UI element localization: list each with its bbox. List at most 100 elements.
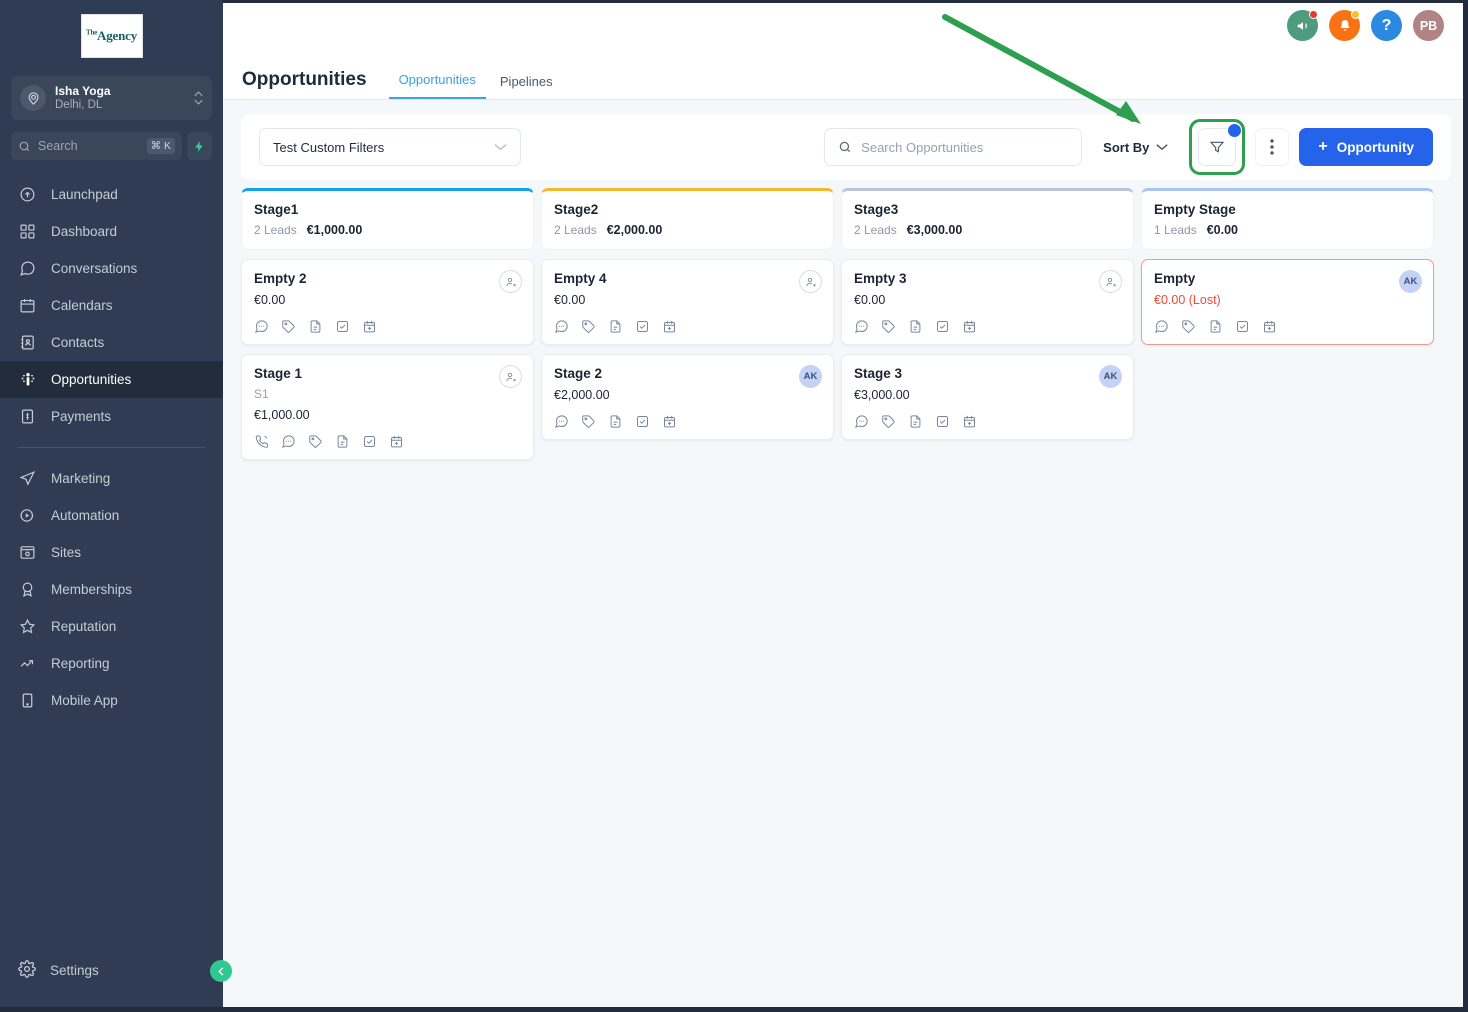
- chat-icon[interactable]: [854, 414, 869, 429]
- sidebar-item-mobile-app[interactable]: Mobile App: [0, 682, 223, 719]
- avatar[interactable]: PB: [1413, 10, 1444, 41]
- opportunity-card[interactable]: Empty 2€0.00: [241, 259, 534, 345]
- sidebar-item-marketing[interactable]: Marketing: [0, 460, 223, 497]
- dashboard-icon: [18, 222, 37, 241]
- task-icon[interactable]: [635, 319, 650, 334]
- sidebar-item-memberships[interactable]: Memberships: [0, 571, 223, 608]
- document-icon[interactable]: [908, 319, 923, 334]
- unassigned-badge[interactable]: [499, 270, 522, 293]
- more-options-button[interactable]: [1255, 128, 1289, 166]
- task-icon[interactable]: [362, 434, 377, 449]
- column-header[interactable]: Stage12 Leads€1,000.00: [241, 188, 534, 250]
- sidebar-item-reporting[interactable]: Reporting: [0, 645, 223, 682]
- sidebar-search-input[interactable]: Search ⌘ K: [11, 132, 182, 160]
- tag-icon[interactable]: [881, 414, 896, 429]
- announcement-icon[interactable]: [1287, 10, 1318, 41]
- tab-opportunities[interactable]: Opportunities: [389, 72, 486, 99]
- sidebar-search-placeholder: Search: [38, 139, 147, 153]
- tag-icon[interactable]: [281, 319, 296, 334]
- opportunity-card[interactable]: Stage 2€2,000.00AK: [541, 354, 834, 440]
- sidebar-item-automation[interactable]: Automation: [0, 497, 223, 534]
- document-icon[interactable]: [335, 434, 350, 449]
- help-icon[interactable]: ?: [1371, 10, 1402, 41]
- phone-icon[interactable]: [254, 434, 269, 449]
- sidebar-item-payments[interactable]: Payments: [0, 398, 223, 435]
- opportunity-card[interactable]: Empty€0.00 (Lost)AK: [1141, 259, 1434, 345]
- chat-icon[interactable]: [1154, 319, 1169, 334]
- opportunity-card[interactable]: Stage 3€3,000.00AK: [841, 354, 1134, 440]
- unassigned-badge[interactable]: [1099, 270, 1122, 293]
- unassigned-badge[interactable]: [799, 270, 822, 293]
- assignee-avatar[interactable]: AK: [799, 365, 822, 388]
- column-header[interactable]: Empty Stage1 Leads€0.00: [1141, 188, 1434, 250]
- assignee-avatar[interactable]: AK: [1099, 365, 1122, 388]
- sidebar-item-calendars[interactable]: Calendars: [0, 287, 223, 324]
- calendar-add-icon[interactable]: [962, 319, 977, 334]
- tag-icon[interactable]: [308, 434, 323, 449]
- document-icon[interactable]: [608, 414, 623, 429]
- sort-by-dropdown[interactable]: Sort By: [1092, 128, 1179, 166]
- task-icon[interactable]: [935, 414, 950, 429]
- sidebar-item-opportunities[interactable]: Opportunities: [0, 361, 223, 398]
- document-icon[interactable]: [908, 414, 923, 429]
- location-switcher[interactable]: Isha Yoga Delhi, DL: [11, 76, 212, 120]
- calendar-add-icon[interactable]: [1262, 319, 1277, 334]
- sidebar-item-label: Automation: [51, 508, 119, 523]
- rocket-icon: [18, 185, 37, 204]
- sidebar-item-dashboard[interactable]: Dashboard: [0, 213, 223, 250]
- chat-icon[interactable]: [254, 319, 269, 334]
- calendar-add-icon[interactable]: [389, 434, 404, 449]
- sidebar-item-launchpad[interactable]: Launchpad: [0, 176, 223, 213]
- column-header[interactable]: Stage22 Leads€2,000.00: [541, 188, 834, 250]
- custom-filters-select[interactable]: Test Custom Filters: [259, 128, 521, 166]
- sidebar-item-label: Memberships: [51, 582, 132, 597]
- opportunity-amount: €2,000.00: [554, 388, 821, 402]
- calendar-add-icon[interactable]: [362, 319, 377, 334]
- document-icon[interactable]: [608, 319, 623, 334]
- tag-icon[interactable]: [1181, 319, 1196, 334]
- search-shortcut-badge: ⌘ K: [147, 138, 175, 154]
- sidebar-item-label: Dashboard: [51, 224, 117, 239]
- document-icon[interactable]: [1208, 319, 1223, 334]
- chat-icon[interactable]: [554, 414, 569, 429]
- task-icon[interactable]: [1235, 319, 1250, 334]
- tag-icon[interactable]: [581, 319, 596, 334]
- opportunity-title: Empty: [1154, 271, 1421, 286]
- column-total-amount: €0.00: [1207, 223, 1238, 237]
- bell-icon[interactable]: [1329, 10, 1360, 41]
- tag-icon[interactable]: [581, 414, 596, 429]
- unassigned-badge[interactable]: [499, 365, 522, 388]
- sparkle-icon[interactable]: [187, 132, 212, 160]
- opportunity-card[interactable]: Stage 1S1€1,000.00: [241, 354, 534, 460]
- task-icon[interactable]: [935, 319, 950, 334]
- sidebar-item-contacts[interactable]: Contacts: [0, 324, 223, 361]
- chat-icon[interactable]: [854, 319, 869, 334]
- document-icon[interactable]: [308, 319, 323, 334]
- sidebar-item-conversations[interactable]: Conversations: [0, 250, 223, 287]
- column-header[interactable]: Stage32 Leads€3,000.00: [841, 188, 1134, 250]
- sidebar-item-sites[interactable]: Sites: [0, 534, 223, 571]
- opportunity-card[interactable]: Empty 4€0.00: [541, 259, 834, 345]
- sidebar-item-label: Contacts: [51, 335, 104, 350]
- kanban-column: Stage12 Leads€1,000.00 Empty 2€0.00 Stage …: [241, 188, 534, 460]
- calendar-add-icon[interactable]: [662, 319, 677, 334]
- tab-pipelines[interactable]: Pipelines: [490, 74, 563, 99]
- task-icon[interactable]: [335, 319, 350, 334]
- chat-icon[interactable]: [554, 319, 569, 334]
- tag-icon[interactable]: [881, 319, 896, 334]
- sidebar-collapse-button[interactable]: [210, 960, 232, 982]
- chevron-updown-icon: [194, 91, 203, 105]
- chat-icon[interactable]: [281, 434, 296, 449]
- search-opportunities-input[interactable]: Search Opportunities: [824, 128, 1082, 166]
- task-icon[interactable]: [635, 414, 650, 429]
- location-pin-icon: [20, 85, 46, 111]
- assignee-avatar[interactable]: AK: [1399, 270, 1422, 293]
- sidebar-item-reputation[interactable]: Reputation: [0, 608, 223, 645]
- opportunity-amount: €0.00: [554, 293, 821, 307]
- sidebar-item-settings[interactable]: Settings: [0, 953, 223, 987]
- trend-icon: [18, 654, 37, 673]
- opportunity-card[interactable]: Empty 3€0.00: [841, 259, 1134, 345]
- add-opportunity-button[interactable]: + Opportunity: [1299, 128, 1433, 166]
- calendar-add-icon[interactable]: [962, 414, 977, 429]
- calendar-add-icon[interactable]: [662, 414, 677, 429]
